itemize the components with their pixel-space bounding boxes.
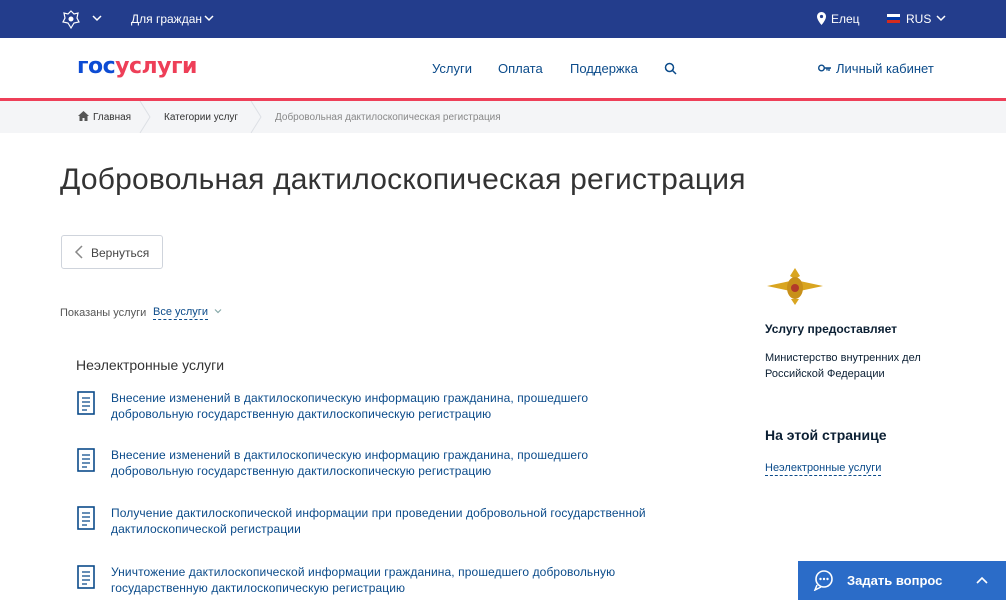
nav-support[interactable]: Поддержка	[570, 61, 638, 76]
document-icon	[77, 391, 95, 415]
city-selector[interactable]: Елец	[831, 12, 860, 26]
page-title: Добровольная дактилоскопическая регистра…	[60, 163, 746, 196]
ask-question-label: Задать вопрос	[847, 573, 943, 588]
mvd-emblem-icon	[767, 268, 823, 305]
breadcrumb-separator	[250, 101, 262, 133]
chevron-down-icon[interactable]	[204, 13, 214, 23]
coat-of-arms-icon[interactable]	[60, 8, 82, 30]
top-bar: Для граждан Елец RUS	[0, 0, 1006, 38]
breadcrumb-current: Добровольная дактилоскопическая регистра…	[275, 112, 501, 123]
back-button[interactable]: Вернуться	[61, 235, 163, 269]
support-chat-icon	[813, 570, 833, 591]
back-button-label: Вернуться	[91, 246, 150, 260]
personal-cabinet-link[interactable]: Личный кабинет	[836, 61, 934, 76]
service-title: Внесение изменений в дактилоскопическую …	[111, 391, 589, 421]
document-icon	[77, 506, 95, 530]
home-icon[interactable]	[78, 111, 89, 121]
russian-flag-icon	[887, 14, 900, 23]
chevron-up-icon[interactable]	[976, 575, 988, 585]
breadcrumb-categories[interactable]: Категории услуг	[164, 112, 238, 123]
service-title: Получение дактилоскопической информации …	[111, 506, 646, 536]
chevron-down-icon[interactable]	[92, 13, 102, 23]
document-icon	[77, 565, 95, 589]
audience-selector[interactable]: Для граждан	[131, 12, 202, 26]
search-icon[interactable]	[664, 62, 678, 76]
on-this-page-heading: На этой странице	[765, 427, 887, 443]
agency-name: Министерство внутренних дел Российской Ф…	[765, 352, 921, 380]
section-title: Неэлектронные услуги	[76, 357, 225, 373]
breadcrumb-home[interactable]: Главная	[93, 112, 131, 123]
service-title: Внесение изменений в дактилоскопическую …	[111, 448, 589, 478]
provider-heading: Услугу предоставляет	[765, 322, 898, 336]
ask-question-widget[interactable]: Задать вопрос	[798, 561, 1006, 600]
nav-services[interactable]: Услуги	[432, 61, 472, 76]
gosuslugi-logo[interactable]: госуслуги	[77, 54, 197, 79]
chevron-down-icon[interactable]	[214, 307, 222, 315]
chevron-down-icon[interactable]	[936, 13, 946, 23]
language-selector[interactable]: RUS	[906, 12, 931, 26]
nav-payment[interactable]: Оплата	[498, 61, 543, 76]
toc-link-non-electronic[interactable]: Неэлектронные услуги	[765, 462, 882, 476]
services-shown-label: Показаны услуги	[60, 307, 147, 319]
location-pin-icon	[817, 12, 826, 25]
breadcrumb-separator	[139, 101, 151, 133]
main-header: госуслуги Услуги Оплата Поддержка Личный…	[0, 38, 1006, 98]
document-icon	[77, 448, 95, 472]
breadcrumb: Главная Категории услуг Добровольная дак…	[0, 101, 1006, 133]
key-icon	[818, 64, 831, 72]
services-filter-dropdown[interactable]: Все услуги	[153, 306, 208, 320]
service-title: Уничтожение дактилоскопической информаци…	[111, 565, 616, 595]
chevron-left-icon	[74, 245, 83, 259]
